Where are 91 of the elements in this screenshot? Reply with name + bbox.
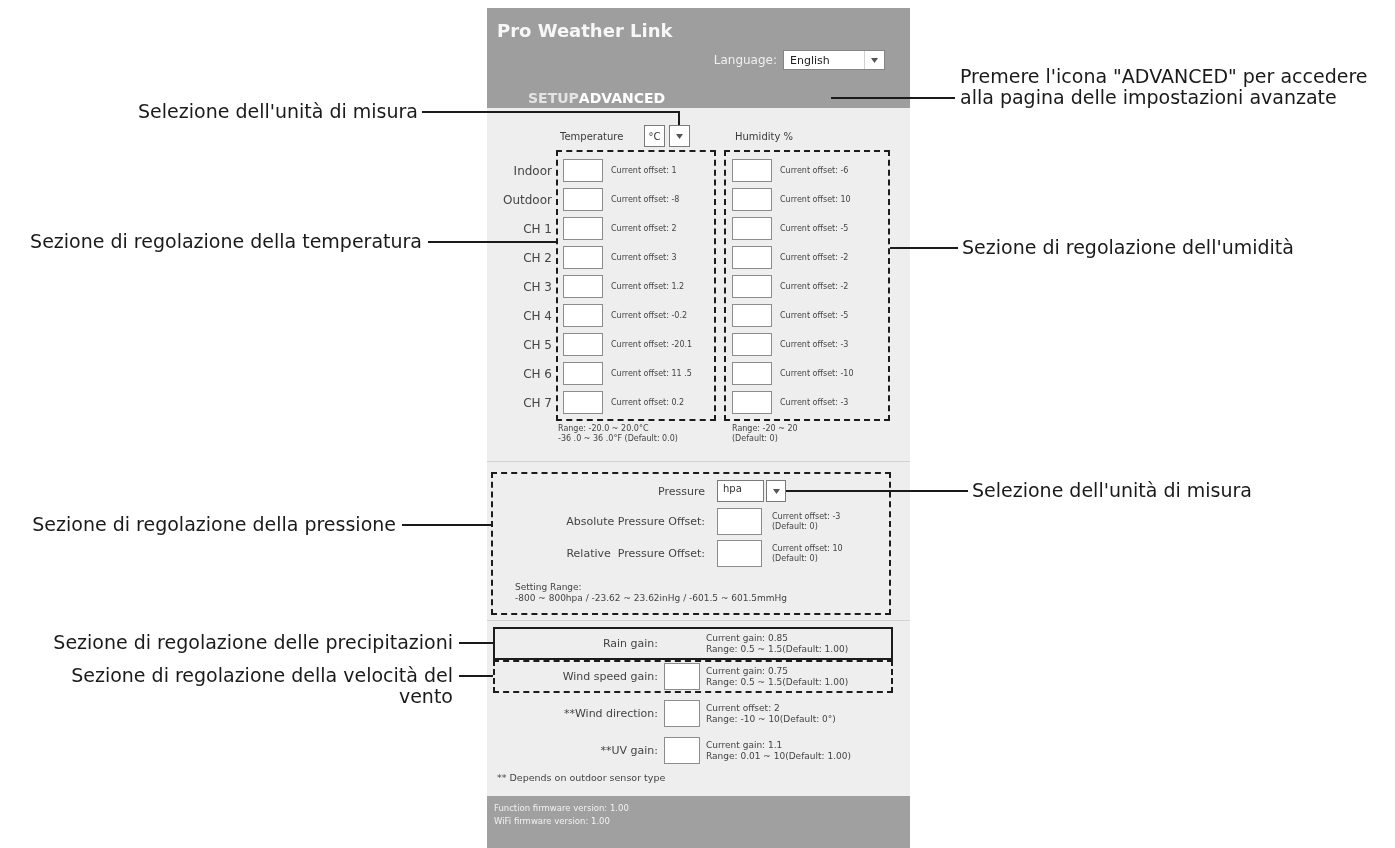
offset-text: Current offset: 1.2 <box>611 282 685 291</box>
channel-label: CH 2 <box>523 250 552 265</box>
field-label: **Wind direction: <box>563 707 658 720</box>
offset-input[interactable] <box>732 188 772 211</box>
section-label: Humidity % <box>735 130 794 142</box>
channel-label: Outdoor <box>503 192 552 207</box>
offset-note: Current offset: 10 (Default: 0) <box>772 543 843 564</box>
offset-input[interactable] <box>563 304 603 327</box>
footnote: ** Depends on outdoor sensor type <box>497 772 666 784</box>
caret-icon <box>871 57 878 63</box>
dropdown-button[interactable] <box>766 480 786 502</box>
offset-text: Current offset: -10 <box>780 369 854 378</box>
offset-input[interactable] <box>732 246 772 269</box>
offset-input[interactable] <box>732 159 772 182</box>
offset-input[interactable] <box>717 540 762 567</box>
language-select[interactable]: English <box>783 50 885 70</box>
caret-icon <box>772 488 780 494</box>
offset-text: Current offset: 3 <box>611 253 677 262</box>
offset-input[interactable] <box>563 275 603 298</box>
field-label: Rain gain: <box>602 637 658 650</box>
unit-select[interactable]: hpa <box>717 480 764 502</box>
caret-icon <box>676 133 683 139</box>
field-label: Pressure <box>658 484 705 498</box>
offset-input[interactable] <box>563 217 603 240</box>
value-input[interactable] <box>664 700 700 727</box>
offset-text: Current offset: -8 <box>611 195 680 204</box>
field-label: Wind speed gain: <box>562 670 658 683</box>
offset-input[interactable] <box>732 275 772 298</box>
offset-text: Current offset: 0.2 <box>611 398 685 407</box>
callout-text: Sezione di regolazione dell'umidità <box>962 237 1294 258</box>
offset-text: Current offset: -20.1 <box>611 340 693 349</box>
gain-note: Current gain: 0.75 Range: 0.5 ~ 1.5(Default: 1.00) <box>706 665 849 688</box>
gain-note: Current offset: 2 Range: -10 ~ 10(Default: 0°) <box>706 702 836 725</box>
callout-text: Premere l'icona "ADVANCED" per accedere alla pagina delle impostazioni avanzate <box>960 66 1368 108</box>
callout-text: Selezione dell'unità di misura <box>972 480 1252 501</box>
offset-text: Current offset: -3 <box>780 340 849 349</box>
gain-note: Current gain: 1.1 Range: 0.01 ~ 10(Default: 1.00) <box>706 739 851 762</box>
offset-input[interactable] <box>732 362 772 385</box>
offset-input[interactable] <box>563 188 603 211</box>
channel-label: CH 6 <box>523 366 552 381</box>
unit-select[interactable]: °C <box>644 125 665 147</box>
offset-text: Current offset: -0.2 <box>611 311 688 320</box>
callout-line <box>890 247 958 249</box>
callout-text: Selezione dell'unità di misura <box>138 101 418 122</box>
offset-input[interactable] <box>563 362 603 385</box>
offset-note: Current offset: -3 (Default: 0) <box>772 511 841 532</box>
callout-text: Sezione di regolazione della temperatura <box>30 231 422 252</box>
offset-input[interactable] <box>563 333 603 356</box>
callout-text: Sezione di regolazione della pressione <box>32 514 396 535</box>
field-label: Relative Pressure Offset: <box>566 547 705 560</box>
field-label: **UV gain: <box>600 744 658 757</box>
field-label: Absolute Pressure Offset: <box>566 515 705 528</box>
range-note: Range: -20.0 ~ 20.0°C -36 .0 ~ 36 .0°F (Default: 0.0) <box>558 424 678 444</box>
range-note: Setting Range: -800 ~ 800hpa / -23.62 ~ 23.62inHg / -601.5 ~ 601.5mmHg <box>515 582 788 604</box>
offset-input[interactable] <box>732 333 772 356</box>
offset-input[interactable] <box>732 217 772 240</box>
offset-text: Current offset: -5 <box>780 311 849 320</box>
offset-input[interactable] <box>563 159 603 182</box>
value-input[interactable] <box>664 663 700 690</box>
channel-label: CH 1 <box>523 221 552 236</box>
channel-label: Indoor <box>513 163 552 178</box>
channel-label: CH 4 <box>523 308 552 323</box>
offset-text: Current offset: -5 <box>780 224 849 233</box>
callout-line <box>459 675 493 677</box>
offset-text: Current offset: 10 <box>780 195 851 204</box>
channel-label: CH 5 <box>523 337 552 352</box>
firmware-version: WiFi firmware version: 1.00 <box>494 815 610 828</box>
offset-text: Current offset: 1 <box>611 166 677 175</box>
app-title: Pro Weather Link <box>496 19 673 42</box>
offset-input[interactable] <box>563 391 603 414</box>
offset-input[interactable] <box>563 246 603 269</box>
offset-text: Current offset: -3 <box>780 398 849 407</box>
range-note: Range: -20 ~ 20 (Default: 0) <box>732 424 798 444</box>
offset-text: Current offset: 2 <box>611 224 677 233</box>
channel-label: CH 3 <box>523 279 552 294</box>
offset-input[interactable] <box>732 391 772 414</box>
firmware-version: Function firmware version: 1.00 <box>494 802 629 815</box>
channel-label: CH 7 <box>523 395 552 410</box>
gain-note: Current gain: 0.85 Range: 0.5 ~ 1.5(Default: 1.00) <box>706 632 849 655</box>
offset-input[interactable] <box>717 508 762 535</box>
offset-text: Current offset: -2 <box>780 282 849 291</box>
offset-text: Current offset: -6 <box>780 166 849 175</box>
offset-text: Current offset: -2 <box>780 253 849 262</box>
dropdown-button[interactable] <box>669 125 690 147</box>
section-label: Temperature <box>560 130 624 142</box>
offset-input[interactable] <box>732 304 772 327</box>
offset-text: Current offset: 11 .5 <box>611 369 692 378</box>
value-input[interactable] <box>664 737 700 764</box>
callout-text: Sezione di regolazione della velocità del vento <box>71 665 453 707</box>
language-label: Language: <box>713 53 777 67</box>
callout-text: Sezione di regolazione delle precipitazioni <box>53 632 453 653</box>
